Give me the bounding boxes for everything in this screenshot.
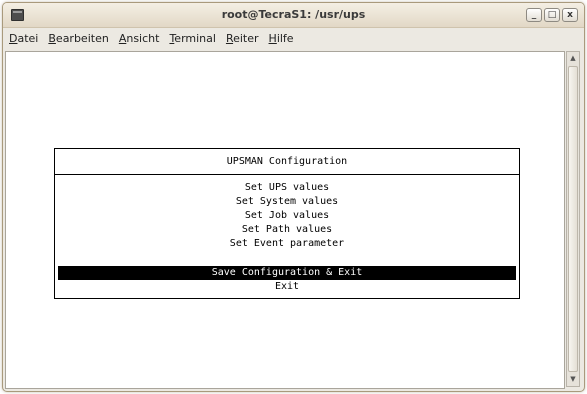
scrollbar-thumb[interactable] xyxy=(568,66,578,372)
menu-terminal[interactable]: Terminal xyxy=(169,32,216,45)
menu-bearbeiten-mnemonic: B xyxy=(48,31,56,45)
scroll-up-arrow-icon[interactable]: ▲ xyxy=(567,52,579,65)
menu-option-system-values[interactable]: Set System values xyxy=(55,195,519,209)
scroll-down-arrow-icon[interactable]: ▼ xyxy=(567,373,579,386)
window-controls: _ □ x xyxy=(526,8,578,22)
menu-datei-label: atei xyxy=(17,31,39,45)
menu-option-save-exit[interactable]: Save Configuration & Exit xyxy=(58,266,516,280)
dialog-divider xyxy=(55,174,519,175)
dialog-title: UPSMAN Configuration xyxy=(226,156,348,167)
title-bar[interactable]: root@TecraS1: /usr/ups _ □ x xyxy=(3,3,584,28)
menu-ansicht[interactable]: Ansicht xyxy=(119,32,160,45)
menu-reiter[interactable]: Reiter xyxy=(226,32,259,45)
menu-terminal-label: erminal xyxy=(174,31,216,45)
menu-bearbeiten-label: earbeiten xyxy=(55,31,109,45)
menu-hilfe[interactable]: Hilfe xyxy=(269,32,294,45)
menu-bar: Datei Bearbeiten Ansicht Terminal Reiter… xyxy=(3,28,584,48)
menu-datei[interactable]: Datei xyxy=(9,32,38,45)
menu-bearbeiten[interactable]: Bearbeiten xyxy=(48,32,108,45)
menu-option-exit[interactable]: Exit xyxy=(55,280,519,294)
menu-option-path-values[interactable]: Set Path values xyxy=(55,223,519,237)
menu-option-job-values[interactable]: Set Job values xyxy=(55,209,519,223)
maximize-button[interactable]: □ xyxy=(544,8,560,22)
vertical-scrollbar[interactable]: ▲ ▼ xyxy=(566,51,580,387)
menu-option-ups-values[interactable]: Set UPS values xyxy=(55,181,519,195)
menu-hilfe-mnemonic: H xyxy=(268,31,277,45)
minimize-button[interactable]: _ xyxy=(526,8,542,22)
menu-hilfe-label: ilfe xyxy=(276,31,294,45)
menu-ansicht-label: nsicht xyxy=(126,31,160,45)
close-button[interactable]: x xyxy=(562,8,578,22)
window-title: root@TecraS1: /usr/ups xyxy=(221,8,366,21)
upsman-config-dialog: UPSMAN Configuration Set UPS values Set … xyxy=(54,148,520,299)
terminal-window: root@TecraS1: /usr/ups _ □ x Datei Bearb… xyxy=(2,2,585,392)
terminal-area[interactable]: UPSMAN Configuration Set UPS values Set … xyxy=(5,51,565,389)
menu-reiter-label: eiter xyxy=(233,31,259,45)
menu-option-event-parameter[interactable]: Set Event parameter xyxy=(55,237,519,251)
